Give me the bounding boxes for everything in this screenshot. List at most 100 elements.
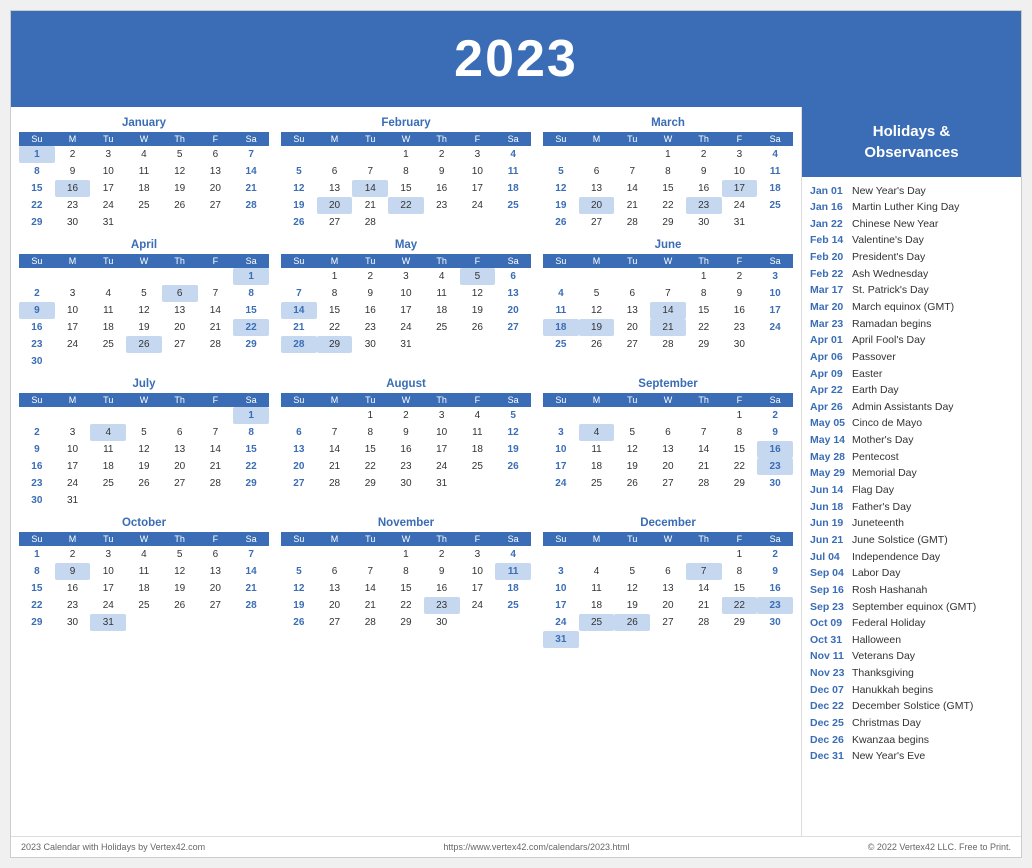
sidebar-item-event: St. Patrick's Day: [852, 284, 929, 298]
sidebar-item: Apr 26 Admin Assistants Day: [810, 399, 1013, 416]
sidebar-item: Sep 16 Rosh Hashanah: [810, 582, 1013, 599]
sidebar-item-event: Independence Day: [852, 551, 940, 565]
sidebar-item: Apr 01April Fool's Day: [810, 333, 1013, 350]
sidebar-item-event: Cinco de Mayo: [852, 417, 922, 431]
month-title-october: October: [19, 517, 269, 529]
sidebar-item-date: Dec 07: [810, 684, 848, 698]
sidebar-item: Dec 31New Year's Eve: [810, 749, 1013, 766]
sidebar-item: Jul 04 Independence Day: [810, 549, 1013, 566]
sidebar-item-date: May 29: [810, 467, 848, 481]
sidebar-item-date: Jun 21: [810, 534, 848, 548]
month-title-march: March: [543, 117, 793, 129]
sidebar-item: Oct 31Halloween: [810, 632, 1013, 649]
sidebar-item-date: Dec 22: [810, 700, 848, 714]
sidebar-item-event: Federal Holiday: [852, 617, 926, 631]
sidebar-item-date: Feb 20: [810, 251, 848, 265]
sidebar-item-date: Feb 22: [810, 268, 848, 282]
footer: 2023 Calendar with Holidays by Vertex42.…: [11, 836, 1021, 857]
sidebar-item-date: Oct 31: [810, 634, 848, 648]
sidebar-item-date: Jun 14: [810, 484, 848, 498]
month-title-january: January: [19, 117, 269, 129]
sidebar-item: Jan 22 Chinese New Year: [810, 216, 1013, 233]
sidebar-item: Mar 17 St. Patrick's Day: [810, 283, 1013, 300]
main-content: January SuMTuWThFSa 1234567 891011121314…: [11, 107, 1021, 836]
sidebar-item: Feb 20 President's Day: [810, 250, 1013, 267]
sidebar-item: Dec 22 December Solstice (GMT): [810, 699, 1013, 716]
sidebar-item-date: Jan 16: [810, 201, 848, 215]
sidebar-item-event: Thanksgiving: [852, 667, 914, 681]
sidebar-item-event: Martin Luther King Day: [852, 201, 959, 215]
month-february: February SuMTuWThFSa 1234 567891011 1213…: [281, 117, 531, 231]
sidebar-header: Holidays &Observances: [802, 107, 1021, 177]
month-january: January SuMTuWThFSa 1234567 891011121314…: [19, 117, 269, 231]
sidebar-item-event: Rosh Hashanah: [852, 584, 927, 598]
month-june: June SuMTuWThFSa 123 45678910 1112131415…: [543, 239, 793, 370]
sidebar-item: May 29 Memorial Day: [810, 466, 1013, 483]
sidebar-item-event: Easter: [852, 368, 882, 382]
sidebar-item: Apr 22Earth Day: [810, 383, 1013, 400]
sidebar-item: Sep 23 September equinox (GMT): [810, 599, 1013, 616]
sidebar-item-date: Mar 23: [810, 318, 848, 332]
sidebar-item: Dec 25 Christmas Day: [810, 716, 1013, 733]
month-title-november: November: [281, 517, 531, 529]
sidebar-item-date: Jul 04: [810, 551, 848, 565]
sidebar-item-event: President's Day: [852, 251, 925, 265]
sidebar-item-date: Dec 31: [810, 750, 848, 764]
sidebar-item-event: Christmas Day: [852, 717, 921, 731]
month-title-february: February: [281, 117, 531, 129]
sidebar-item: Sep 04 Labor Day: [810, 566, 1013, 583]
sidebar-item-date: Dec 26: [810, 734, 848, 748]
sidebar-item-date: Sep 23: [810, 601, 848, 615]
month-august: August SuMTuWThFSa 12345 6789101112 1314…: [281, 378, 531, 509]
sidebar-item: Jun 14Flag Day: [810, 483, 1013, 500]
sidebar-item-event: New Year's Day: [852, 185, 926, 199]
sidebar-item-date: Mar 20: [810, 301, 848, 315]
sidebar-item: Jun 18 Father's Day: [810, 499, 1013, 516]
sidebar-item-date: Nov 23: [810, 667, 848, 681]
sidebar-item-date: Dec 25: [810, 717, 848, 731]
sidebar-item-event: Labor Day: [852, 567, 900, 581]
sidebar-item-date: Oct 09: [810, 617, 848, 631]
sidebar-item: Jan 01New Year's Day: [810, 183, 1013, 200]
sidebar-item-event: December Solstice (GMT): [852, 700, 973, 714]
sidebar-item-event: April Fool's Day: [852, 334, 925, 348]
sidebar-item-date: Jan 22: [810, 218, 848, 232]
calendar-area: January SuMTuWThFSa 1234567 891011121314…: [11, 107, 801, 836]
sidebar-item-event: Earth Day: [852, 384, 899, 398]
month-november: November SuMTuWThFSa 1234 567891011 1213…: [281, 517, 531, 648]
sidebar-item-event: September equinox (GMT): [852, 601, 976, 615]
month-title-july: July: [19, 378, 269, 390]
sidebar-item-date: Mar 17: [810, 284, 848, 298]
sidebar-item-date: Feb 14: [810, 234, 848, 248]
sidebar-item-event: Veterans Day: [852, 650, 915, 664]
sidebar-item: Jun 21 June Solstice (GMT): [810, 532, 1013, 549]
year-header: 2023: [11, 11, 1021, 107]
sidebar-item: May 28Pentecost: [810, 449, 1013, 466]
sidebar-item: Nov 23 Thanksgiving: [810, 666, 1013, 683]
sidebar-item: Dec 07Hanukkah begins: [810, 682, 1013, 699]
month-may: May SuMTuWThFSa 123456 78910111213 14151…: [281, 239, 531, 370]
sidebar-item: Dec 26Kwanzaa begins: [810, 732, 1013, 749]
sidebar-item: Mar 23 Ramadan begins: [810, 316, 1013, 333]
sidebar-item-event: March equinox (GMT): [852, 301, 954, 315]
sidebar-item-date: May 28: [810, 451, 848, 465]
sidebar-item-date: Apr 26: [810, 401, 848, 415]
sidebar-item-event: Chinese New Year: [852, 218, 938, 232]
sidebar-list: Jan 01New Year's DayJan 16 Martin Luther …: [802, 177, 1021, 836]
sidebar-item-event: Ash Wednesday: [852, 268, 928, 282]
month-april: April SuMTuWThFSa 1 2345678 910111213141…: [19, 239, 269, 370]
sidebar-item-date: Sep 04: [810, 567, 848, 581]
sidebar-item-event: Juneteenth: [852, 517, 904, 531]
sidebar-item-event: Memorial Day: [852, 467, 917, 481]
sidebar-item: Feb 14Valentine's Day: [810, 233, 1013, 250]
sidebar-item-event: Ramadan begins: [852, 318, 931, 332]
sidebar-item-date: Sep 16: [810, 584, 848, 598]
sidebar-item-event: Admin Assistants Day: [852, 401, 954, 415]
sidebar-item-event: June Solstice (GMT): [852, 534, 948, 548]
sidebar-item-event: Father's Day: [852, 501, 911, 515]
months-grid: January SuMTuWThFSa 1234567 891011121314…: [19, 117, 793, 648]
footer-center: https://www.vertex42.com/calendars/2023.…: [443, 842, 629, 852]
sidebar-item-date: Jun 18: [810, 501, 848, 515]
sidebar-item: Feb 22 Ash Wednesday: [810, 266, 1013, 283]
sidebar-item: Apr 09Easter: [810, 366, 1013, 383]
